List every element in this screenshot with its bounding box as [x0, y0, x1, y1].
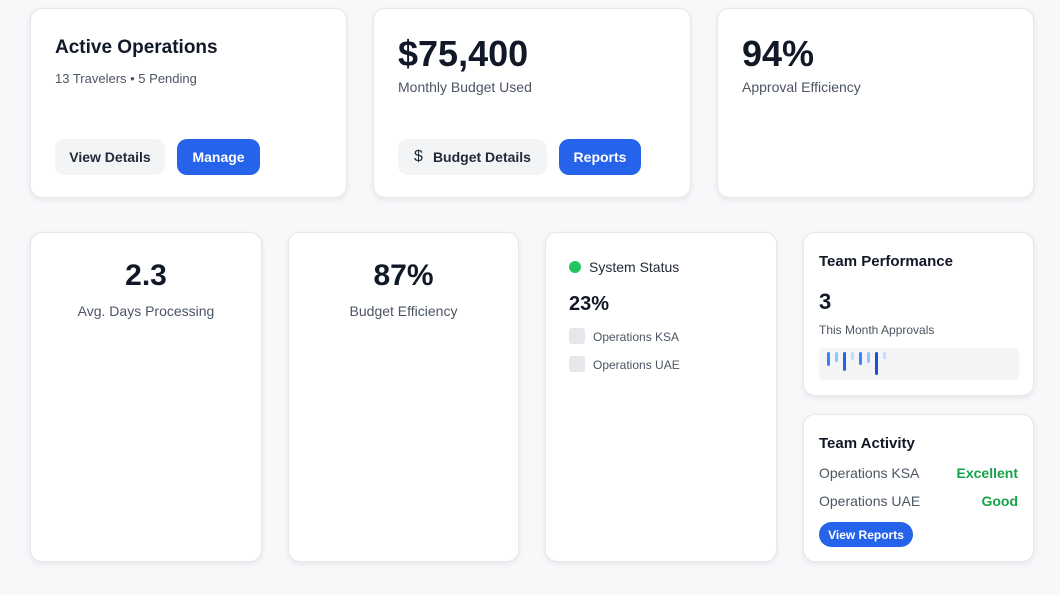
system-status-value: 23% [569, 293, 610, 315]
dollar-icon: $ [414, 148, 423, 165]
system-status-item-ksa: Operations KSA [593, 330, 680, 344]
manage-button[interactable]: Manage [177, 139, 260, 175]
sparkline-bar [883, 352, 886, 359]
team-performance-card: Team Performance 3 This Month Approvals [803, 232, 1034, 396]
sparkline-bar [867, 352, 870, 363]
approval-card: 94% Approval Efficiency [717, 8, 1034, 198]
sparkline-bar [827, 352, 830, 366]
budget-efficiency-caption: Budget Efficiency [349, 303, 458, 319]
budget-card: $75,400 Monthly Budget Used $ Budget Det… [373, 8, 691, 198]
checkbox-operations-ksa[interactable] [569, 328, 585, 344]
sparkline-bar [875, 352, 878, 375]
processing-caption: Avg. Days Processing [77, 303, 215, 319]
view-reports-button[interactable]: View Reports [819, 522, 913, 547]
system-status-label: System Status [589, 259, 680, 275]
status-dot-icon [569, 261, 581, 273]
system-status-card: System Status 23% Operations KSA Operati… [545, 232, 777, 562]
active-operations-card: Active Operations 13 Travelers • 5 Pendi… [30, 8, 347, 198]
team-activity-team-uae: Operations UAE [819, 493, 921, 509]
team-activity-title: Team Activity [819, 435, 915, 452]
team-activity-rating-uae: Good [981, 493, 1018, 509]
team-activity-team-ksa: Operations KSA [819, 465, 920, 481]
team-activity-rating-ksa: Excellent [956, 465, 1018, 481]
checkbox-operations-uae[interactable] [569, 356, 585, 372]
approvals-sparkline [819, 348, 1019, 380]
team-performance-caption: This Month Approvals [819, 323, 935, 337]
reports-button[interactable]: Reports [559, 139, 641, 175]
team-performance-value: 3 [819, 289, 832, 314]
budget-details-label: Budget Details [432, 149, 531, 165]
approval-caption: Approval Efficiency [742, 79, 861, 95]
budget-caption: Monthly Budget Used [398, 79, 532, 95]
processing-value: 2.3 [125, 259, 167, 292]
approval-value: 94% [742, 33, 815, 74]
system-status-item-uae: Operations UAE [593, 358, 680, 372]
budget-efficiency-value: 87% [373, 259, 434, 292]
team-activity-card: Team Activity Operations KSA Excellent O… [803, 414, 1034, 562]
active-operations-subtitle: 13 Travelers • 5 Pending [55, 71, 197, 86]
sparkline-bar [851, 352, 854, 360]
budget-efficiency-card: 87% Budget Efficiency [288, 232, 519, 562]
team-performance-title: Team Performance [819, 253, 953, 270]
view-details-button[interactable]: View Details [55, 139, 165, 175]
active-operations-title: Active Operations [55, 37, 218, 58]
processing-card: 2.3 Avg. Days Processing [30, 232, 262, 562]
sparkline-bar [843, 352, 846, 371]
sparkline-bar [859, 352, 862, 365]
budget-details-button[interactable]: $ Budget Details [398, 139, 547, 175]
sparkline-bar [835, 352, 838, 362]
budget-amount: $75,400 [398, 33, 529, 74]
